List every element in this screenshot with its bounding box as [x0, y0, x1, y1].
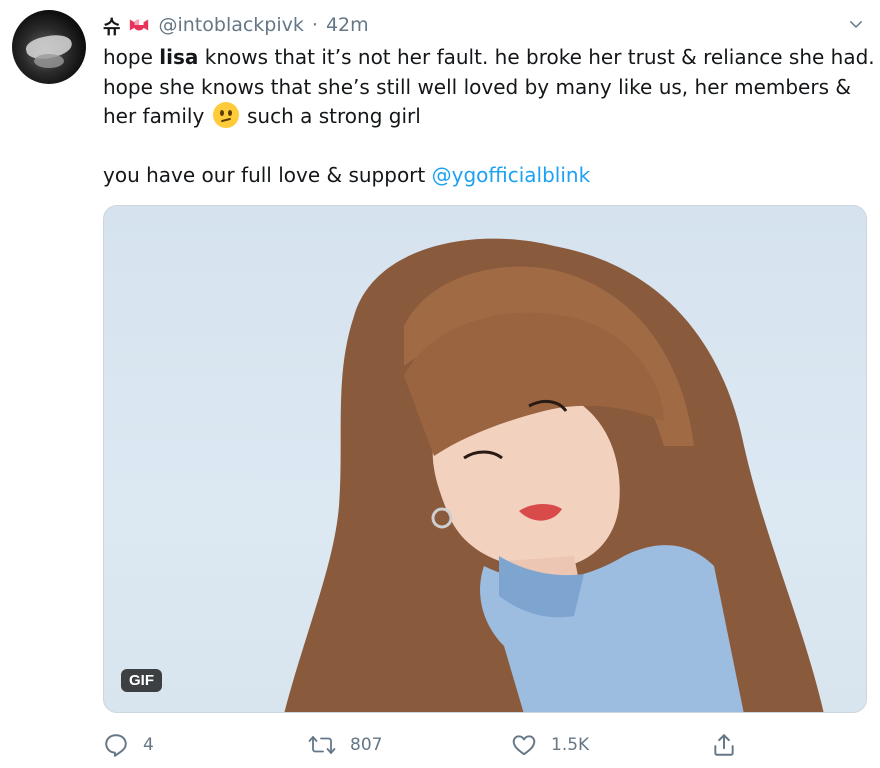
gif-media[interactable]: GIF: [103, 205, 867, 713]
user-handle[interactable]: @intoblackpivk: [158, 14, 303, 36]
tweet-text: hope lisa knows that it’s not her fault.…: [103, 43, 875, 191]
like-button[interactable]: 1.5K: [511, 730, 589, 760]
reply-button[interactable]: 4: [103, 730, 154, 760]
tweet-line-2: hope she knows that she’s still well lov…: [103, 74, 851, 99]
tweet: 슈 @intoblackpivk · 42m hope lisa knows t…: [0, 0, 880, 768]
tweet-line-1: hope lisa knows that it’s not her fault.…: [103, 45, 875, 69]
bold-keyword: lisa: [159, 45, 199, 69]
gif-badge: GIF: [121, 669, 162, 692]
like-count: 1.5K: [551, 735, 590, 755]
mention-link[interactable]: @ygofficialblink: [432, 163, 591, 187]
retweet-count: 807: [350, 735, 383, 755]
tweet-line-4: you have our full love & support @ygoffi…: [103, 163, 591, 187]
retweet-icon: [308, 736, 336, 754]
share-button[interactable]: [711, 730, 737, 760]
heart-icon: [512, 735, 536, 756]
tweet-actions: 4 807 1.5K: [103, 730, 843, 760]
candy-icon: [130, 19, 149, 31]
reply-icon: [105, 734, 127, 757]
chevron-down-icon[interactable]: [842, 10, 870, 38]
tweet-line-3: her family such a strong girl: [103, 102, 421, 128]
avatar[interactable]: [12, 10, 86, 84]
display-name[interactable]: 슈: [103, 12, 120, 39]
separator-dot: ·: [311, 14, 318, 36]
timestamp[interactable]: 42m: [326, 14, 369, 36]
tweet-header: 슈 @intoblackpivk · 42m: [103, 12, 369, 38]
retweet-button[interactable]: 807: [308, 730, 382, 760]
gif-frame-image: [284, 238, 824, 712]
reply-count: 4: [143, 735, 154, 755]
confused-face-emoji: [212, 102, 239, 128]
share-icon: [714, 734, 734, 756]
